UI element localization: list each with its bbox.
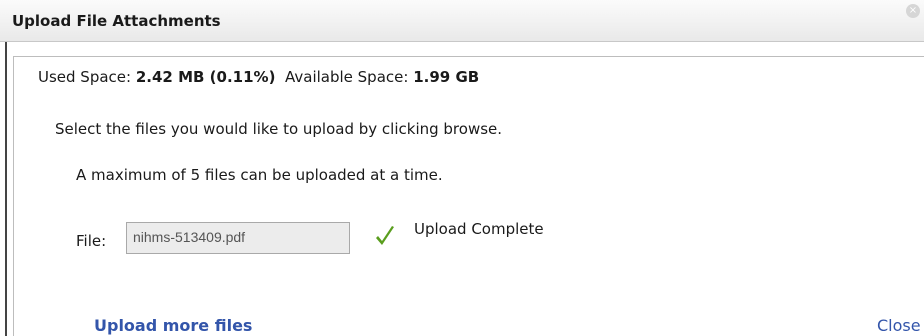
space-usage: Used Space: 2.42 MB (0.11%) Available Sp… — [38, 68, 479, 86]
file-label: File: — [76, 232, 107, 250]
upload-status: Upload Complete — [414, 220, 544, 238]
frame-divider — [5, 42, 7, 336]
dialog-close-icon[interactable]: × — [906, 4, 920, 18]
checkmark-icon — [376, 226, 394, 245]
upload-instructions: Select the files you would like to uploa… — [55, 120, 503, 138]
used-space-value: 2.42 MB (0.11%) — [135, 68, 276, 86]
upload-dialog: Upload File Attachments × Used Space: 2.… — [0, 0, 924, 336]
used-space-label: Used Space: — [38, 68, 132, 86]
upload-more-files-link[interactable]: Upload more files — [94, 316, 252, 335]
max-files-note: A maximum of 5 files can be uploaded at … — [76, 166, 443, 184]
available-space-value: 1.99 GB — [413, 68, 480, 86]
dialog-titlebar: Upload File Attachments × — [0, 0, 924, 42]
close-link[interactable]: Close — [877, 316, 921, 335]
dialog-title: Upload File Attachments — [12, 12, 221, 30]
file-field[interactable]: nihms-513409.pdf — [126, 222, 350, 254]
upload-panel — [13, 56, 924, 336]
available-space-label: Available Space: — [285, 68, 409, 86]
